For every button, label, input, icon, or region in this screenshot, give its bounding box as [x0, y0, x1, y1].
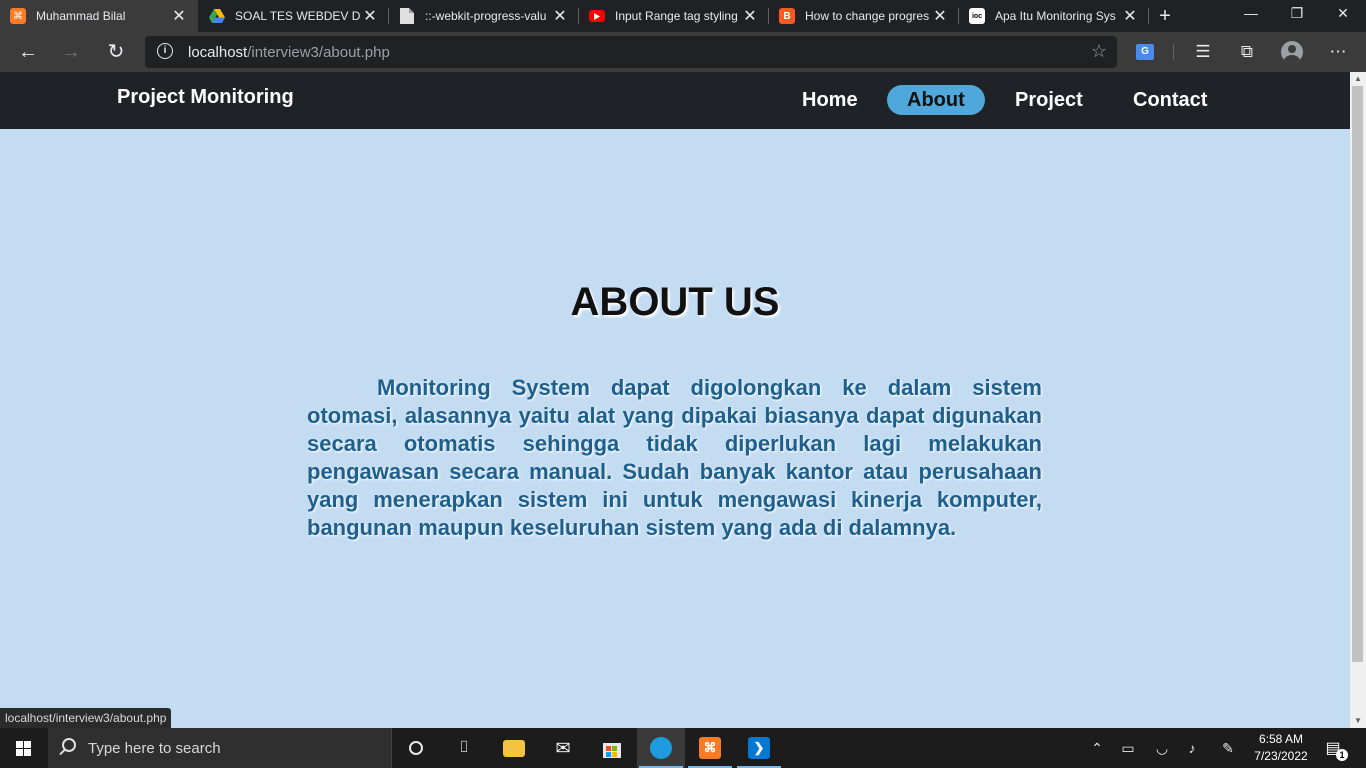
xampp-button[interactable]: ⌘: [686, 728, 734, 768]
refresh-button[interactable]: ↻: [102, 38, 130, 66]
tab-title: Apa Itu Monitoring Sys: [995, 9, 1116, 23]
address-bar[interactable]: i localhost/interview3/about.php ☆: [145, 36, 1117, 68]
tab-4[interactable]: B How to change progres ✕: [769, 0, 959, 32]
tab-title: Input Range tag styling: [615, 9, 738, 23]
battery-icon[interactable]: ▭: [1116, 728, 1140, 768]
close-tab-icon[interactable]: ✕: [170, 6, 188, 26]
browser-toolbar: ← → ↻ i localhost/interview3/about.php ☆: [0, 32, 1366, 72]
close-tab-icon[interactable]: ✕: [1121, 6, 1139, 26]
clock-date: 7/23/2022: [1254, 749, 1308, 763]
file-explorer-button[interactable]: [490, 728, 538, 768]
taskbar-search[interactable]: Type here to search: [48, 728, 392, 768]
mail-button[interactable]: ✉: [539, 728, 587, 768]
cortana-icon: [409, 741, 423, 755]
profile-avatar[interactable]: [1281, 41, 1303, 63]
close-window-button[interactable]: ✕: [1320, 0, 1366, 32]
blogger-icon: B: [779, 8, 795, 24]
system-clock[interactable]: 6:58 AM 7/23/2022: [1245, 731, 1317, 765]
search-placeholder: Type here to search: [88, 740, 221, 757]
url-path: /interview3/about.php: [247, 44, 390, 61]
tab-title: SOAL TES WEBDEV DIG: [235, 9, 361, 23]
notification-badge: 1: [1336, 749, 1348, 761]
scroll-up-icon[interactable]: ▲: [1350, 72, 1366, 86]
tab-3[interactable]: Input Range tag styling ✕: [579, 0, 769, 32]
page-title: ABOUT US: [570, 280, 780, 324]
cortana-button[interactable]: [392, 728, 440, 768]
start-button[interactable]: [0, 728, 48, 768]
youtube-icon: [589, 10, 605, 22]
vscode-button[interactable]: ❯: [735, 728, 783, 768]
tab-title: ::-webkit-progress-valu: [425, 9, 547, 23]
collections-icon[interactable]: ⧉: [1233, 38, 1261, 66]
nav-about[interactable]: About: [887, 85, 985, 115]
tab-2[interactable]: ::-webkit-progress-valu ✕: [389, 0, 579, 32]
tab-strip: ⌘ Muhammad Bilal ✕ SOAL TES WEBDEV DIG ✕…: [0, 0, 1366, 32]
restore-button[interactable]: ❐: [1274, 0, 1320, 32]
task-view-icon: ⌷: [459, 739, 469, 756]
forward-button[interactable]: →: [57, 38, 85, 66]
close-tab-icon[interactable]: ✕: [741, 6, 759, 26]
vscode-icon: ❯: [748, 737, 770, 759]
wifi-icon[interactable]: ◡: [1150, 728, 1174, 768]
store-icon: [601, 737, 623, 759]
windows-logo-icon: [16, 741, 23, 748]
page-scrollbar[interactable]: ▲ ▼: [1350, 72, 1366, 728]
store-button[interactable]: [588, 728, 636, 768]
edge-icon: [650, 737, 672, 759]
document-icon: [399, 8, 415, 24]
show-hidden-icons-button[interactable]: ⌃: [1086, 728, 1108, 768]
taskbar: Type here to search ⌷ ✉ ⌘ ❯ ⌃ ▭ ◡ ♪ ✎ 6:…: [0, 728, 1366, 768]
tab-0[interactable]: ⌘ Muhammad Bilal ✕: [0, 0, 198, 32]
site-info-icon[interactable]: i: [157, 43, 173, 59]
url-host: localhost: [188, 44, 248, 61]
mail-icon: ✉: [555, 738, 571, 758]
folder-icon: [503, 740, 525, 757]
google-drive-icon: [209, 8, 225, 24]
ioc-icon: ioc: [969, 8, 985, 24]
notification-center-button[interactable]: ▤ 1: [1322, 738, 1348, 761]
tab-title: How to change progres: [805, 9, 930, 23]
tab-1[interactable]: SOAL TES WEBDEV DIG ✕: [199, 0, 389, 32]
close-tab-icon[interactable]: ✕: [931, 6, 949, 26]
favorite-star-icon[interactable]: ☆: [1091, 41, 1107, 62]
xampp-icon: ⌘: [10, 8, 26, 24]
xampp-icon: ⌘: [699, 737, 721, 759]
tab-title: Muhammad Bilal: [36, 9, 126, 23]
minimize-button[interactable]: —: [1228, 0, 1274, 32]
search-icon: [62, 738, 76, 752]
url-text[interactable]: localhost/interview3/about.php: [188, 44, 390, 61]
about-paragraph: Monitoring System dapat digolongkan ke d…: [307, 375, 1042, 540]
more-menu-icon[interactable]: ⋯: [1324, 38, 1352, 66]
pen-icon[interactable]: ✎: [1216, 728, 1240, 768]
volume-icon[interactable]: ♪: [1180, 728, 1204, 768]
favorites-icon[interactable]: ☰: [1189, 38, 1217, 66]
scrollbar-thumb[interactable]: [1352, 86, 1363, 662]
site-brand[interactable]: Project Monitoring: [117, 86, 294, 109]
link-status-bar: localhost/interview3/about.php: [0, 708, 172, 728]
nav-contact[interactable]: Contact: [1113, 85, 1227, 115]
nav-project[interactable]: Project: [995, 85, 1103, 115]
edge-button[interactable]: [637, 728, 685, 768]
translate-icon[interactable]: G: [1136, 44, 1154, 60]
back-button[interactable]: ←: [14, 38, 42, 66]
nav-home[interactable]: Home: [782, 85, 878, 115]
close-tab-icon[interactable]: ✕: [551, 6, 569, 26]
tab-5[interactable]: ioc Apa Itu Monitoring Sys ✕: [959, 0, 1149, 32]
new-tab-button[interactable]: +: [1154, 3, 1176, 29]
scroll-down-icon[interactable]: ▼: [1350, 714, 1366, 728]
task-view-button[interactable]: ⌷: [440, 728, 488, 768]
site-navbar: Project Monitoring Home About Project Co…: [0, 72, 1350, 129]
page-viewport: Project Monitoring Home About Project Co…: [0, 72, 1350, 728]
close-tab-icon[interactable]: ✕: [361, 6, 379, 26]
clock-time: 6:58 AM: [1258, 732, 1304, 746]
